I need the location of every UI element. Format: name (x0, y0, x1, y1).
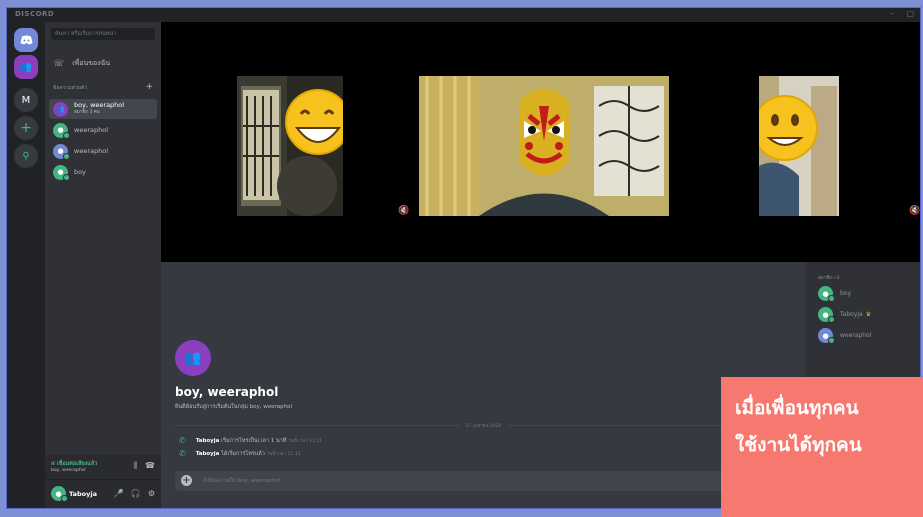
muted-icon: 🔇 (909, 206, 921, 216)
dm-item-boy[interactable]: ● boy (49, 162, 157, 182)
voice-channel-name: boy, weeraphol (51, 468, 86, 473)
attach-plus-icon[interactable]: + (181, 475, 192, 486)
video-tile-boy[interactable] (237, 76, 343, 216)
add-server-button[interactable]: + (14, 116, 38, 140)
friends-link[interactable]: ☏ เพื่อนของฉัน (53, 58, 110, 69)
app-title: DISCORD (15, 10, 55, 18)
message-input[interactable]: + ส่งข้อความถึง boy, weeraphol (175, 471, 798, 491)
phone-icon: ✆ (179, 436, 186, 445)
avatar: ● (818, 286, 835, 302)
group-icon: 👥 (19, 61, 33, 73)
call-message: ✆ Taboyja เริ่มการโทรเป็นเวลา 1 นาที วัน… (179, 436, 323, 445)
video-tile-taboyja[interactable] (419, 76, 669, 216)
dm-sidebar: ค้นหา หรือเริ่มการสนทนา ☏ เพื่อนของฉัน ข… (45, 22, 161, 508)
member-list-header: สมาชิก—3 (818, 276, 840, 281)
group-icon: 👥 (184, 350, 202, 366)
online-status-icon (828, 316, 835, 323)
dm-name: weeraphol (74, 125, 108, 134)
avatar: ● (53, 164, 70, 181)
discord-logo-icon (20, 35, 32, 45)
username: Taboyja (69, 490, 97, 498)
online-status-icon (828, 295, 835, 302)
avatar: ● (818, 328, 835, 344)
dm-item-weeraphol-2[interactable]: ● weeraphol (49, 141, 157, 161)
dm-item-weeraphol[interactable]: ● weeraphol (49, 120, 157, 140)
explore-button[interactable]: ⚲ (14, 144, 38, 168)
create-dm-icon[interactable]: + (145, 82, 153, 92)
dm-item-group[interactable]: 👥 boy, weeraphol สมาชิก 3 คน (49, 99, 157, 119)
video-call-area: 🔇 🔇 (161, 22, 920, 262)
member-name: weeraphol (840, 332, 872, 339)
dm-section-header: ข้อความส่วนตัว + (53, 82, 153, 92)
avatar: 👥 (53, 101, 68, 117)
phone-icon: ✆ (179, 449, 186, 458)
avatar[interactable]: ● (51, 486, 68, 502)
member-item[interactable]: ● weeraphol (818, 328, 872, 344)
plus-icon: + (20, 120, 32, 136)
noise-suppression-icon[interactable]: ⫼ (133, 461, 137, 471)
chat-description: ยินดีต้อนรับสู่การเริ่มต้นในกลุ่ม boy, w… (175, 404, 293, 410)
caption-line-1: เมื่อเพื่อนทุกคน (735, 397, 859, 419)
message-placeholder: ส่งข้อความถึง boy, weeraphol (203, 478, 280, 484)
dm-subtitle: สมาชิก 3 คน (74, 110, 100, 115)
search-input[interactable]: ค้นหา หรือเริ่มการสนทนา (51, 28, 155, 40)
friends-label: เพื่อนของฉัน (72, 59, 111, 67)
gear-icon[interactable]: ⚙ (148, 489, 155, 498)
online-status-icon (63, 152, 70, 160)
dm-name: boy, weeraphol (74, 101, 125, 109)
chat-title: boy, weeraphol (175, 385, 279, 399)
chat-panel: 👥 boy, weeraphol ยินดีต้อนรับสู่การเริ่ม… (161, 262, 806, 508)
group-avatar: 👥 (175, 340, 211, 376)
voice-connection-panel: ıl เชื่อมต่อเสียงแล้ว boy, weeraphol ⫼ ☎ (45, 455, 161, 480)
dm-section-title: ข้อความส่วนตัว (53, 85, 88, 91)
voice-status: ıl เชื่อมต่อเสียงแล้ว (51, 461, 98, 467)
server-m-label: M (21, 94, 31, 106)
member-name: Taboyja (840, 311, 863, 318)
disconnect-call-icon[interactable]: ☎ (145, 461, 155, 471)
mute-mic-icon[interactable]: 🎤 (114, 489, 124, 498)
minimize-button[interactable]: – (890, 9, 894, 18)
video-feed (237, 76, 343, 216)
avatar: ● (53, 122, 70, 139)
online-status-icon (828, 337, 835, 344)
member-item[interactable]: ● Taboyja ♛ (818, 307, 872, 323)
online-status-icon (61, 495, 68, 502)
window-controls: – ▢ (890, 9, 914, 18)
friends-icon: ☏ (53, 58, 65, 69)
crown-icon: ♛ (865, 311, 872, 318)
title-bar: DISCORD – ▢ (7, 8, 920, 22)
video-feed (419, 76, 669, 216)
caption-banner: เมื่อเพื่อนทุกคน ใช้งานได้ทุกคน (721, 377, 923, 517)
search-icon: ⚲ (22, 150, 30, 162)
muted-icon: 🔇 (398, 206, 410, 216)
call-message: ✆ Taboyja ได้เริ่มการโทรแล้ว วันนี้ เวลา… (179, 449, 301, 458)
group-icon: 👥 (56, 105, 65, 113)
member-item[interactable]: ● boy (818, 286, 852, 302)
dm-group-button[interactable]: 👥 (14, 55, 38, 79)
video-feed (759, 76, 839, 216)
server-list: 👥 M + ⚲ (7, 22, 45, 508)
member-name: boy (840, 290, 852, 297)
dm-name: weeraphol (74, 146, 108, 155)
user-panel: ● Taboyja 🎤 🎧 ⚙ (45, 480, 161, 508)
avatar: ● (53, 143, 70, 160)
online-status-icon (63, 173, 70, 181)
home-button[interactable] (14, 28, 38, 52)
video-tile-weeraphol[interactable] (759, 76, 839, 216)
headphones-icon[interactable]: 🎧 (131, 489, 141, 498)
dm-name: boy (74, 167, 86, 176)
server-m-button[interactable]: M (14, 88, 38, 112)
maximize-button[interactable]: ▢ (906, 9, 914, 18)
caption-line-2: ใช้งานได้ทุกคน (735, 434, 862, 456)
date-divider: 27 เมษายน 2020 (175, 422, 792, 429)
online-status-icon (63, 131, 70, 139)
avatar: ● (818, 307, 835, 323)
